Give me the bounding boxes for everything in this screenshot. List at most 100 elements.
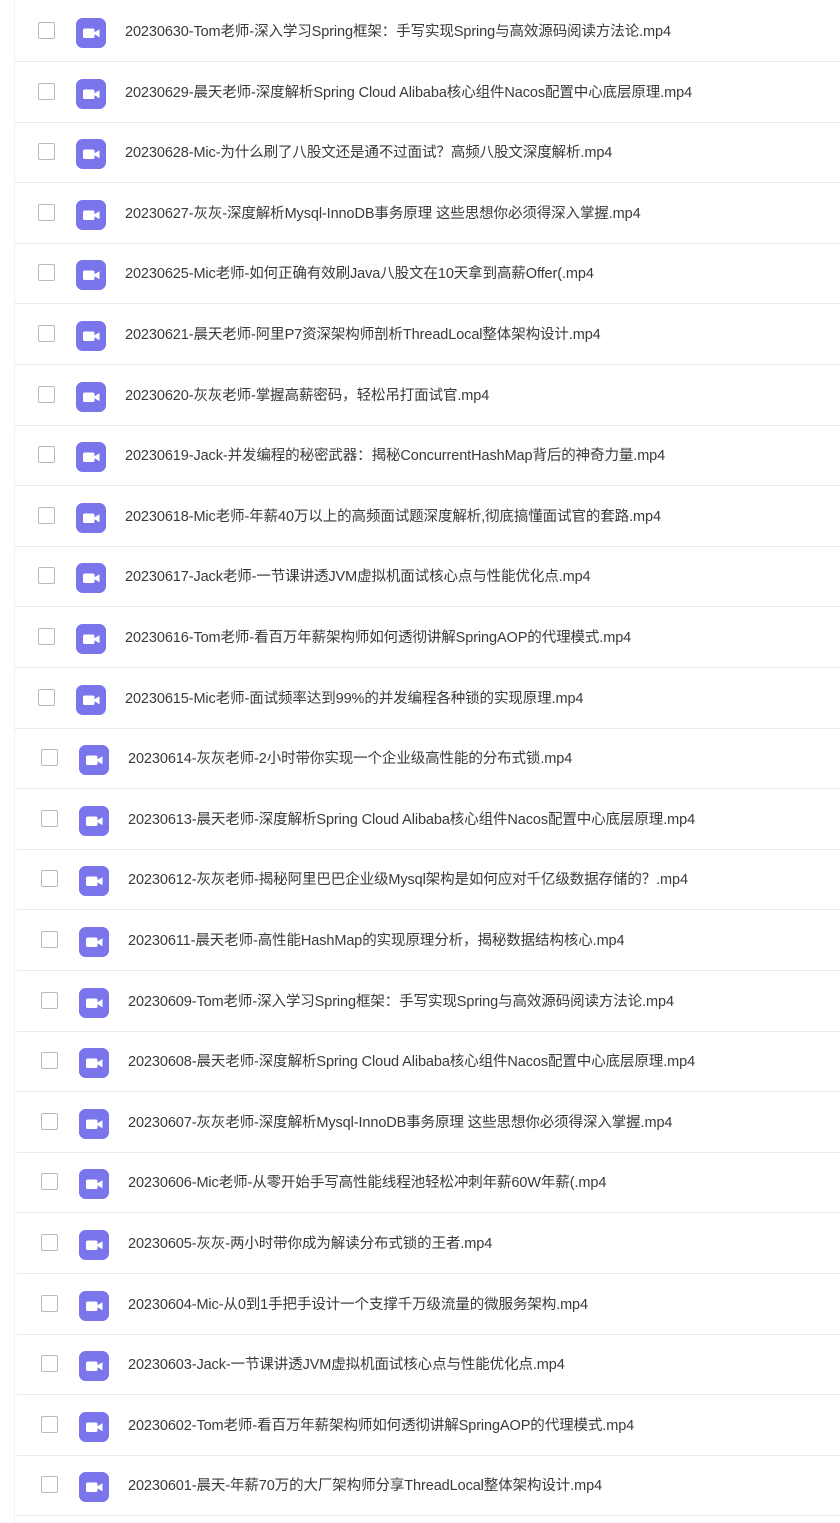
video-file-icon xyxy=(76,18,106,48)
row-checkbox[interactable] xyxy=(41,749,58,767)
file-row[interactable]: 20230612-灰灰老师-揭秘阿里巴巴企业级Mysql架构是如何应对千亿级数据… xyxy=(17,850,840,911)
row-checkbox[interactable] xyxy=(38,567,55,585)
video-file-icon xyxy=(79,1290,109,1321)
file-name[interactable]: 20230621-晨天老师-阿里P7资深架构师剖析ThreadLocal整体架构… xyxy=(125,326,601,344)
row-checkbox[interactable] xyxy=(38,82,55,100)
file-name[interactable]: 20230604-Mic-从0到1手把手设计一个支撑千万级流量的微服务架构.mp… xyxy=(128,1296,588,1314)
file-name[interactable]: 20230608-晨天老师-深度解析Spring Cloud Alibaba核心… xyxy=(128,1053,695,1071)
file-name[interactable]: 20230617-Jack老师-一节课讲透JVM虚拟机面试核心点与性能优化点.m… xyxy=(125,568,591,586)
file-name[interactable]: 20230625-Mic老师-如何正确有效刷Java八股文在10天拿到高薪Off… xyxy=(125,265,594,283)
file-row[interactable]: 20230605-灰灰-两小时带你成为解读分布式锁的王者.mp4 xyxy=(17,1214,840,1274)
video-file-icon xyxy=(76,684,106,715)
file-row[interactable]: 20230607-灰灰老师-深度解析Mysql-InnoDB事务原理 这些思想你… xyxy=(17,1093,840,1153)
video-file-icon xyxy=(76,563,106,594)
file-name[interactable]: 20230620-灰灰老师-掌握高薪密码，轻松吊打面试官.mp4 xyxy=(125,387,489,405)
file-name[interactable]: 20230614-灰灰老师-2小时带你实现一个企业级高性能的分布式锁.mp4 xyxy=(128,750,572,768)
file-row[interactable]: 20230616-Tom老师-看百万年薪架构师如何透彻讲解SpringAOP的代… xyxy=(14,608,840,668)
file-name[interactable]: 20230602-Tom老师-看百万年薪架构师如何透彻讲解SpringAOP的代… xyxy=(128,1417,634,1435)
row-checkbox[interactable] xyxy=(41,1112,58,1130)
file-row[interactable]: 20230602-Tom老师-看百万年薪架构师如何透彻讲解SpringAOP的代… xyxy=(17,1396,840,1456)
row-checkbox[interactable] xyxy=(41,1476,58,1494)
video-file-icon xyxy=(76,139,106,170)
video-file-icon xyxy=(76,442,106,473)
video-file-icon xyxy=(79,866,109,897)
file-row[interactable]: 20230619-Jack-并发编程的秘密武器：揭秘ConcurrentHash… xyxy=(14,426,840,487)
file-name[interactable]: 20230629-晨天老师-深度解析Spring Cloud Alibaba核心… xyxy=(125,84,692,102)
video-file-icon xyxy=(79,1108,109,1139)
file-row[interactable]: 20230628-Mic-为什么刷了八股文还是通不过面试？高频八股文深度解析.m… xyxy=(14,123,840,184)
file-name[interactable]: 20230628-Mic-为什么刷了八股文还是通不过面试？高频八股文深度解析.m… xyxy=(125,144,612,162)
row-checkbox[interactable] xyxy=(38,22,55,39)
row-checkbox[interactable] xyxy=(38,143,55,161)
file-name[interactable]: 20230616-Tom老师-看百万年薪架构师如何透彻讲解SpringAOP的代… xyxy=(125,629,631,647)
file-name[interactable]: 20230601-晨天-年薪70万的大厂架构师分享ThreadLocal整体架构… xyxy=(128,1477,602,1495)
row-checkbox[interactable] xyxy=(38,264,55,282)
row-checkbox[interactable] xyxy=(41,1234,58,1251)
file-list: 20230630-Tom老师-深入学习Spring框架：手写实现Spring与高… xyxy=(0,0,840,1523)
video-file-icon xyxy=(79,1048,109,1079)
row-checkbox[interactable] xyxy=(38,506,55,524)
row-checkbox[interactable] xyxy=(41,870,58,888)
file-name[interactable]: 20230606-Mic老师-从零开始手写高性能线程池轻松冲刺年薪60W年薪(.… xyxy=(128,1174,606,1192)
file-row[interactable]: 20230606-Mic老师-从零开始手写高性能线程池轻松冲刺年薪60W年薪(.… xyxy=(17,1153,840,1214)
file-row[interactable]: 20230603-Jack-一节课讲透JVM虚拟机面试核心点与性能优化点.mp4 xyxy=(17,1335,840,1396)
row-checkbox[interactable] xyxy=(41,991,58,1009)
row-checkbox[interactable] xyxy=(41,809,58,827)
video-file-icon xyxy=(79,1169,109,1200)
file-row[interactable]: 20230613-晨天老师-深度解析Spring Cloud Alibaba核心… xyxy=(17,790,840,850)
file-row[interactable]: 20230615-Mic老师-面试频率达到99%的并发编程各种锁的实现原理.mp… xyxy=(14,669,840,729)
file-name[interactable]: 20230627-灰灰-深度解析Mysql-InnoDB事务原理 这些思想你必须… xyxy=(125,205,641,223)
file-name[interactable]: 20230607-灰灰老师-深度解析Mysql-InnoDB事务原理 这些思想你… xyxy=(128,1114,672,1132)
file-row[interactable]: 20230614-灰灰老师-2小时带你实现一个企业级高性能的分布式锁.mp4 xyxy=(17,729,840,790)
video-file-icon xyxy=(76,502,106,533)
file-name[interactable]: 20230619-Jack-并发编程的秘密武器：揭秘ConcurrentHash… xyxy=(125,447,665,465)
file-name[interactable]: 20230611-晨天老师-高性能HashMap的实现原理分析，揭秘数据结构核心… xyxy=(128,932,625,950)
video-file-icon xyxy=(76,260,106,291)
video-file-icon xyxy=(79,927,109,957)
video-file-icon xyxy=(79,987,109,1018)
file-name[interactable]: 20230605-灰灰-两小时带你成为解读分布式锁的王者.mp4 xyxy=(128,1235,492,1253)
file-name[interactable]: 20230615-Mic老师-面试频率达到99%的并发编程各种锁的实现原理.mp… xyxy=(125,690,583,708)
file-row[interactable]: 20230618-Mic老师-年薪40万以上的高频面试题深度解析,彻底搞懂面试官… xyxy=(14,487,840,547)
row-checkbox[interactable] xyxy=(38,325,55,342)
video-file-icon xyxy=(76,321,106,351)
row-checkbox[interactable] xyxy=(38,628,55,645)
video-file-icon xyxy=(79,1351,109,1382)
video-file-icon xyxy=(76,624,106,654)
file-row[interactable]: 20230630-Tom老师-深入学习Spring框架：手写实现Spring与高… xyxy=(14,2,840,62)
file-name[interactable]: 20230603-Jack-一节课讲透JVM虚拟机面试核心点与性能优化点.mp4 xyxy=(128,1356,565,1374)
row-checkbox[interactable] xyxy=(41,1052,58,1070)
video-file-icon xyxy=(76,199,106,230)
row-checkbox[interactable] xyxy=(41,1294,58,1312)
row-checkbox[interactable] xyxy=(38,446,55,464)
video-file-icon xyxy=(79,1230,109,1260)
file-row[interactable]: 20230611-晨天老师-高性能HashMap的实现原理分析，揭秘数据结构核心… xyxy=(17,911,840,971)
file-row[interactable]: 20230629-晨天老师-深度解析Spring Cloud Alibaba核心… xyxy=(14,63,840,123)
file-row[interactable]: 20230604-Mic-从0到1手把手设计一个支撑千万级流量的微服务架构.mp… xyxy=(17,1275,840,1335)
video-file-icon xyxy=(79,1411,109,1442)
file-row[interactable]: 20230625-Mic老师-如何正确有效刷Java八股文在10天拿到高薪Off… xyxy=(14,244,840,305)
video-file-icon xyxy=(76,78,106,109)
row-checkbox[interactable] xyxy=(41,931,58,948)
file-row[interactable]: 20230620-灰灰老师-掌握高薪密码，轻松吊打面试官.mp4 xyxy=(14,366,840,426)
row-checkbox[interactable] xyxy=(41,1173,58,1191)
file-row[interactable]: 20230617-Jack老师-一节课讲透JVM虚拟机面试核心点与性能优化点.m… xyxy=(14,547,840,608)
file-row[interactable]: 20230608-晨天老师-深度解析Spring Cloud Alibaba核心… xyxy=(17,1032,840,1093)
row-checkbox[interactable] xyxy=(38,688,55,706)
file-name[interactable]: 20230613-晨天老师-深度解析Spring Cloud Alibaba核心… xyxy=(128,811,695,829)
file-row[interactable]: 20230609-Tom老师-深入学习Spring框架：手写实现Spring与高… xyxy=(17,972,840,1032)
video-file-icon xyxy=(79,1472,109,1503)
row-checkbox[interactable] xyxy=(38,385,55,403)
row-checkbox[interactable] xyxy=(38,203,55,221)
video-file-icon xyxy=(79,805,109,836)
row-checkbox[interactable] xyxy=(41,1415,58,1433)
file-row[interactable]: 20230601-晨天-年薪70万的大厂架构师分享ThreadLocal整体架构… xyxy=(17,1456,840,1517)
video-file-icon xyxy=(79,745,109,776)
file-name[interactable]: 20230618-Mic老师-年薪40万以上的高频面试题深度解析,彻底搞懂面试官… xyxy=(125,508,661,526)
file-name[interactable]: 20230630-Tom老师-深入学习Spring框架：手写实现Spring与高… xyxy=(125,23,671,41)
file-row[interactable]: 20230621-晨天老师-阿里P7资深架构师剖析ThreadLocal整体架构… xyxy=(14,305,840,365)
file-name[interactable]: 20230609-Tom老师-深入学习Spring框架：手写实现Spring与高… xyxy=(128,993,674,1011)
row-checkbox[interactable] xyxy=(41,1355,58,1373)
file-name[interactable]: 20230612-灰灰老师-揭秘阿里巴巴企业级Mysql架构是如何应对千亿级数据… xyxy=(128,871,688,889)
file-row[interactable]: 20230627-灰灰-深度解析Mysql-InnoDB事务原理 这些思想你必须… xyxy=(14,184,840,244)
